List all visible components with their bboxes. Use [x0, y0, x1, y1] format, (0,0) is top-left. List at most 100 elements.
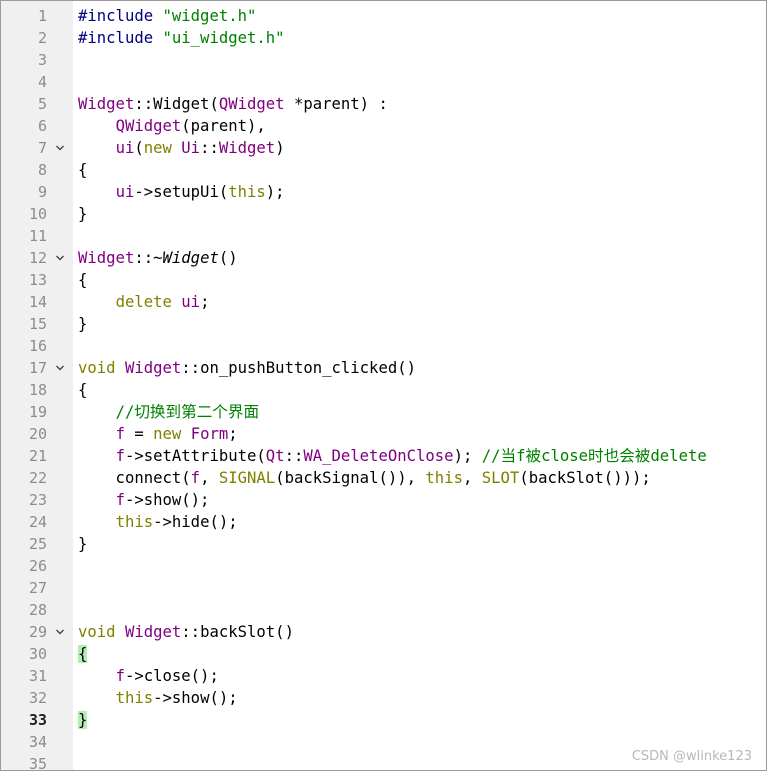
code-token: QWidget	[218, 95, 285, 113]
code-token: "widget.h"	[162, 7, 257, 25]
line-number: 9	[37, 183, 47, 201]
code-line[interactable]: 14 delete ui;	[1, 291, 766, 313]
code-line[interactable]: 19 //切换到第二个界面	[1, 401, 766, 423]
code-text: ui->setupUi(this);	[78, 181, 285, 203]
code-token: ()	[218, 249, 238, 267]
code-line[interactable]: 1 #include "widget.h"	[1, 5, 766, 27]
code-text: //切换到第二个界面	[78, 401, 260, 423]
code-token: this	[115, 689, 154, 707]
line-number: 24	[28, 513, 47, 531]
line-number: 33	[28, 711, 47, 729]
line-number: 4	[37, 73, 47, 91]
code-text: connect(f, SIGNAL(backSignal()), this, S…	[78, 467, 651, 489]
line-number: 29	[28, 623, 47, 641]
code-token: ->show();	[124, 491, 210, 509]
line-number: 14	[28, 293, 47, 311]
watermark: CSDN @wlinke123	[631, 749, 752, 764]
code-line[interactable]: 28	[1, 599, 766, 621]
line-number: 20	[28, 425, 47, 443]
code-line[interactable]: 6 QWidget(parent),	[1, 115, 766, 137]
code-token: ->close();	[124, 667, 219, 685]
code-text: Widget::~Widget()	[78, 247, 238, 269]
code-line[interactable]: 7 ui(new Ui::Widget)	[1, 137, 766, 159]
code-token: ::Widget(	[134, 95, 219, 113]
code-token: )	[275, 139, 285, 157]
code-token: SLOT	[481, 469, 520, 487]
code-token: this	[425, 469, 463, 487]
code-token: ui	[115, 139, 135, 157]
code-line[interactable]: 18 {	[1, 379, 766, 401]
line-number: 3	[37, 51, 47, 69]
code-line[interactable]: 11	[1, 225, 766, 247]
code-text: {	[78, 269, 87, 291]
fold-chevron-icon[interactable]	[54, 357, 66, 379]
code-token: Widget	[124, 359, 182, 377]
fold-chevron-icon[interactable]	[54, 137, 66, 159]
code-line[interactable]: 21 f->setAttribute(Qt::WA_DeleteOnClose)…	[1, 445, 766, 467]
code-line[interactable]: 27	[1, 577, 766, 599]
code-token: f	[115, 447, 125, 465]
code-line[interactable]: 17 void Widget::on_pushButton_clicked()	[1, 357, 766, 379]
code-line[interactable]: 4	[1, 71, 766, 93]
code-line[interactable]: 31 f->close();	[1, 665, 766, 687]
line-number: 8	[37, 161, 47, 179]
code-line[interactable]: 12 Widget::~Widget()	[1, 247, 766, 269]
code-text: Widget::Widget(QWidget *parent) :	[78, 93, 388, 115]
code-token: (backSlot()));	[519, 469, 651, 487]
code-line[interactable]: 20 f = new Form;	[1, 423, 766, 445]
code-token: ->setAttribute(	[124, 447, 266, 465]
code-editor[interactable]: 1 #include "widget.h" 2 #include "ui_widget…	[0, 0, 767, 771]
code-token: (parent),	[181, 117, 266, 135]
code-line[interactable]: 16	[1, 335, 766, 357]
fold-chevron-icon[interactable]	[54, 621, 66, 643]
code-line[interactable]: 30 {	[1, 643, 766, 665]
code-line[interactable]: 23 f->show();	[1, 489, 766, 511]
code-line[interactable]: 26	[1, 555, 766, 577]
code-line[interactable]: 13 {	[1, 269, 766, 291]
code-line[interactable]: 32 this->show();	[1, 687, 766, 709]
code-token: //当f被close时也会被delete	[481, 447, 707, 465]
code-token: Form	[190, 425, 229, 443]
code-token: void	[78, 623, 116, 641]
code-line[interactable]: 33}	[1, 709, 766, 731]
code-line[interactable]: 25}	[1, 533, 766, 555]
code-text: ui(new Ui::Widget)	[78, 137, 285, 159]
code-token: Widget	[218, 139, 276, 157]
code-text: {	[78, 643, 88, 665]
line-number: 30	[28, 645, 47, 663]
code-token: ;	[200, 293, 210, 311]
code-line[interactable]: 10}	[1, 203, 766, 225]
code-line[interactable]: 8{	[1, 159, 766, 181]
code-token: ->hide();	[153, 513, 238, 531]
code-token: }	[78, 315, 88, 333]
code-line[interactable]: 22 connect(f, SIGNAL(backSignal()), this…	[1, 467, 766, 489]
code-token: );	[265, 183, 285, 201]
code-token: this	[228, 183, 266, 201]
code-line[interactable]: 29 void Widget::backSlot()	[1, 621, 766, 643]
code-token: delete	[115, 293, 172, 311]
code-token: }	[78, 711, 88, 729]
code-token: Widget	[124, 623, 182, 641]
code-token: connect(	[78, 469, 191, 487]
line-number: 27	[28, 579, 47, 597]
code-line[interactable]: 3	[1, 49, 766, 71]
fold-chevron-icon[interactable]	[54, 247, 66, 269]
code-line[interactable]: 2 #include "ui_widget.h"	[1, 27, 766, 49]
code-text: QWidget(parent),	[78, 115, 266, 137]
code-line[interactable]: 15}	[1, 313, 766, 335]
code-token: #include	[78, 29, 163, 47]
line-number: 21	[28, 447, 47, 465]
code-line[interactable]: 24 this->hide();	[1, 511, 766, 533]
code-line[interactable]: 9 ui->setupUi(this);	[1, 181, 766, 203]
code-line[interactable]: 5 Widget::Widget(QWidget *parent) :	[1, 93, 766, 115]
code-token: );	[453, 447, 482, 465]
code-token: ::on_pushButton_clicked()	[181, 359, 417, 377]
